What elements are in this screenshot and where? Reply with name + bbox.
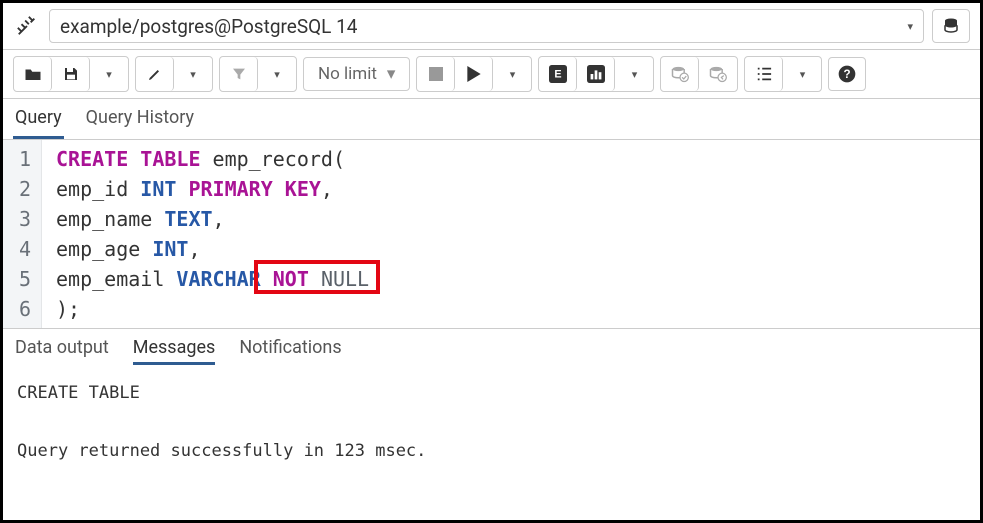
macros-button[interactable] <box>745 57 783 91</box>
toolbar: ▾ ▾ ▾ No limit ▾ ▾ E ▾ <box>3 50 980 99</box>
code-token: emp_id <box>56 177 140 201</box>
open-file-button[interactable] <box>14 57 52 91</box>
plug-icon <box>13 12 41 40</box>
chevron-down-icon: ▾ <box>190 68 196 81</box>
code-line: CREATE TABLE emp_record( <box>56 144 369 174</box>
line-number: 5 <box>9 264 31 294</box>
line-number: 6 <box>9 294 31 324</box>
macro-group: ▾ <box>744 56 822 92</box>
code-token <box>176 177 188 201</box>
execute-dropdown[interactable]: ▾ <box>493 57 531 91</box>
svg-text:E: E <box>554 69 561 81</box>
code-line: ); <box>56 294 369 324</box>
macros-dropdown[interactable]: ▾ <box>783 57 821 91</box>
code-token: CREATE TABLE <box>56 147 201 171</box>
connection-select[interactable]: example/postgres@PostgreSQL 14 ▾ <box>49 9 924 43</box>
message-line: CREATE TABLE <box>17 379 966 408</box>
save-button[interactable] <box>52 57 90 91</box>
edit-button[interactable] <box>136 57 174 91</box>
explain-button[interactable]: E <box>539 57 577 91</box>
code-token: TEXT <box>164 207 212 231</box>
code-line: emp_email VARCHAR NOT NULL <box>56 264 369 294</box>
code-line: emp_name TEXT, <box>56 204 369 234</box>
line-number: 2 <box>9 174 31 204</box>
limit-select[interactable]: No limit ▾ <box>303 57 410 91</box>
code-area[interactable]: CREATE TABLE emp_record(emp_id INT PRIMA… <box>42 140 369 328</box>
commit-button[interactable] <box>661 57 699 91</box>
output-tabs: Data output Messages Notifications <box>3 329 980 371</box>
database-status-button[interactable] <box>932 9 970 43</box>
chevron-down-icon: ▾ <box>907 20 913 33</box>
chevron-down-icon: ▾ <box>274 68 280 81</box>
explain-analyze-button[interactable] <box>577 57 615 91</box>
line-number: 1 <box>9 144 31 174</box>
connection-label: example/postgres@PostgreSQL 14 <box>60 15 358 38</box>
svg-text:?: ? <box>844 68 851 81</box>
edit-group: ▾ <box>135 56 213 92</box>
message-line: Query returned successfully in 123 msec. <box>17 437 966 466</box>
code-token <box>309 267 321 291</box>
limit-label: No limit <box>318 64 377 84</box>
filter-group: ▾ <box>219 56 297 92</box>
save-dropdown[interactable]: ▾ <box>90 57 128 91</box>
rollback-button[interactable] <box>699 57 737 91</box>
chevron-down-icon: ▾ <box>510 68 516 81</box>
tab-data-output[interactable]: Data output <box>15 337 109 365</box>
code-token: PRIMARY KEY <box>188 177 320 201</box>
edit-dropdown[interactable]: ▾ <box>174 57 212 91</box>
code-token: emp_record( <box>201 147 346 171</box>
code-token: , <box>188 237 200 261</box>
code-token: , <box>321 177 333 201</box>
code-token: NULL <box>321 267 369 291</box>
filter-button[interactable] <box>220 57 258 91</box>
line-gutter: 123456 <box>3 140 42 328</box>
tab-messages[interactable]: Messages <box>133 337 216 365</box>
chevron-down-icon: ▾ <box>800 68 806 81</box>
code-token <box>261 267 273 291</box>
file-group: ▾ <box>13 56 129 92</box>
line-number: 4 <box>9 234 31 264</box>
line-number: 3 <box>9 204 31 234</box>
tab-notifications[interactable]: Notifications <box>239 337 341 365</box>
tab-query[interactable]: Query <box>13 99 64 139</box>
code-token: ); <box>56 297 80 321</box>
code-line: emp_id INT PRIMARY KEY, <box>56 174 369 204</box>
filter-dropdown[interactable]: ▾ <box>258 57 296 91</box>
code-token: VARCHAR <box>176 267 260 291</box>
execute-group: ▾ <box>416 56 532 92</box>
code-token: emp_name <box>56 207 164 231</box>
code-line: emp_age INT, <box>56 234 369 264</box>
code-token: INT <box>152 237 188 261</box>
chevron-down-icon: ▾ <box>106 68 112 81</box>
code-token: INT <box>140 177 176 201</box>
chevron-down-icon: ▾ <box>632 68 638 81</box>
code-token: , <box>213 207 225 231</box>
code-token: emp_age <box>56 237 152 261</box>
explain-dropdown[interactable]: ▾ <box>615 57 653 91</box>
execute-button[interactable] <box>455 57 493 91</box>
help-button[interactable]: ? <box>828 57 866 91</box>
explain-group: E ▾ <box>538 56 654 92</box>
transaction-group <box>660 56 738 92</box>
caret-down-icon: ▾ <box>387 64 396 84</box>
tab-query-history[interactable]: Query History <box>84 99 196 139</box>
sql-editor[interactable]: 123456 CREATE TABLE emp_record(emp_id IN… <box>3 140 980 329</box>
messages-panel: CREATE TABLE Query returned successfully… <box>3 371 980 474</box>
editor-tabs: Query Query History <box>3 99 980 140</box>
code-token: NOT <box>273 267 309 291</box>
connection-bar: example/postgres@PostgreSQL 14 ▾ <box>3 3 980 50</box>
stop-button[interactable] <box>417 57 455 91</box>
code-token: emp_email <box>56 267 176 291</box>
